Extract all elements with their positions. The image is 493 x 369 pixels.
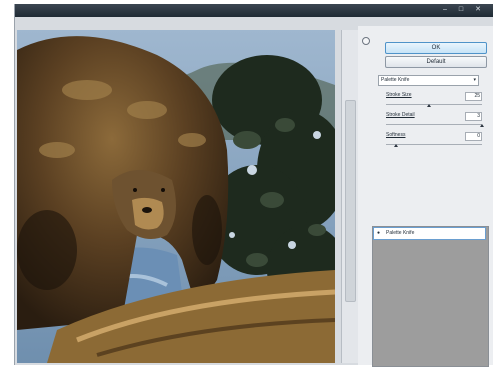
softness-control: Softness 0 [386, 132, 482, 152]
scrollbar-thumb[interactable] [345, 100, 356, 302]
default-button[interactable]: Default [385, 56, 487, 68]
softness-input[interactable]: 0 [465, 132, 482, 141]
stroke-size-input[interactable]: 25 [465, 92, 482, 101]
stroke-size-slider-track[interactable] [386, 104, 482, 105]
stroke-size-label: Stroke Size [386, 92, 412, 98]
close-button[interactable]: ✕ [472, 6, 484, 14]
stroke-detail-slider-track[interactable] [386, 124, 482, 125]
stroke-size-control: Stroke Size 25 [386, 92, 482, 112]
bear-painting-image [17, 30, 335, 363]
ok-button[interactable]: OK [385, 42, 487, 54]
maximize-button[interactable]: □ [455, 6, 467, 14]
stroke-detail-slider-thumb[interactable] [480, 124, 484, 127]
filter-gallery-window: – □ ✕ OK Default Palette Knife ▾ Stroke … [14, 4, 493, 367]
stroke-detail-input[interactable]: 3 [465, 112, 482, 121]
softness-slider-thumb[interactable] [393, 144, 398, 147]
filter-select-value: Palette Knife [381, 77, 410, 83]
visibility-eye-icon[interactable]: ● [377, 231, 382, 236]
stroke-size-slider-thumb[interactable] [427, 104, 432, 107]
softness-slider-track[interactable] [386, 144, 482, 145]
stroke-detail-control: Stroke Detail 3 [386, 112, 484, 132]
stroke-detail-label: Stroke Detail [386, 112, 415, 118]
filter-select[interactable]: Palette Knife ▾ [378, 75, 479, 86]
collapse-icon[interactable] [362, 37, 370, 45]
filter-preview-canvas[interactable] [17, 30, 335, 363]
effect-layer-name: Palette Knife [386, 230, 415, 236]
effect-layer-row[interactable]: ● Palette Knife [373, 227, 486, 240]
chevron-down-icon: ▾ [473, 77, 476, 83]
preview-scrollbar[interactable] [341, 30, 358, 363]
minimize-button[interactable]: – [439, 6, 451, 14]
softness-label: Softness [386, 132, 406, 138]
title-bar: – □ ✕ [15, 4, 493, 17]
effect-layers-list: ● Palette Knife [372, 226, 489, 367]
filter-settings-panel: OK Default Palette Knife ▾ Stroke Size 2… [358, 26, 493, 367]
